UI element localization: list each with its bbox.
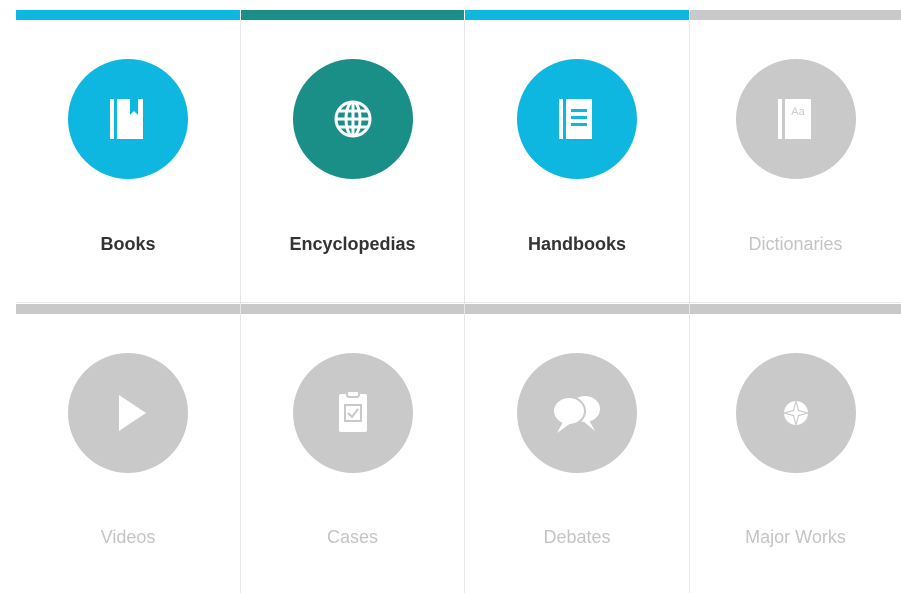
clipboard-check-icon — [292, 353, 413, 473]
tile-top-bar — [465, 10, 689, 20]
tile-debates[interactable]: Debates — [465, 304, 689, 593]
column-divider — [689, 20, 690, 593]
tile-handbooks[interactable]: Handbooks — [465, 10, 689, 302]
tile-top-bar — [16, 10, 240, 20]
column-divider — [464, 20, 465, 593]
tile-label: Cases — [326, 527, 379, 547]
globe-icon — [292, 59, 413, 179]
compass-icon — [735, 353, 856, 473]
row-divider — [16, 302, 901, 303]
tile-label: Debates — [543, 527, 611, 547]
tile-label: Handbooks — [527, 234, 626, 254]
speech-bubbles-icon — [517, 353, 637, 473]
svg-text:Aa: Aa — [791, 106, 805, 118]
tile-top-bar — [690, 304, 901, 314]
tile-videos[interactable]: Videos — [16, 304, 240, 593]
tile-top-bar — [16, 304, 240, 314]
tile-books[interactable]: Books — [16, 10, 240, 302]
tile-dictionaries[interactable]: Aa Dictionaries — [690, 10, 901, 302]
book-bookmark-icon — [68, 59, 188, 179]
play-icon — [68, 353, 188, 473]
tile-label: Books — [100, 234, 156, 254]
tile-label: Dictionaries — [748, 234, 843, 254]
tile-label: Videos — [100, 527, 156, 547]
dictionary-icon: Aa — [735, 59, 856, 179]
tile-encyclopedias[interactable]: Encyclopedias — [241, 10, 464, 302]
tile-top-bar — [465, 304, 689, 314]
content-type-grid: Books Encyclopedias Handbooks Aa Diction… — [16, 10, 901, 593]
tile-top-bar — [241, 10, 464, 20]
handbook-icon — [517, 59, 637, 179]
tile-label: Encyclopedias — [289, 234, 416, 254]
tile-major-works[interactable]: Major Works — [690, 304, 901, 593]
column-divider — [240, 20, 241, 593]
tile-top-bar — [241, 304, 464, 314]
tile-top-bar — [690, 10, 901, 20]
tile-label: Major Works — [745, 527, 846, 547]
tile-cases[interactable]: Cases — [241, 304, 464, 593]
